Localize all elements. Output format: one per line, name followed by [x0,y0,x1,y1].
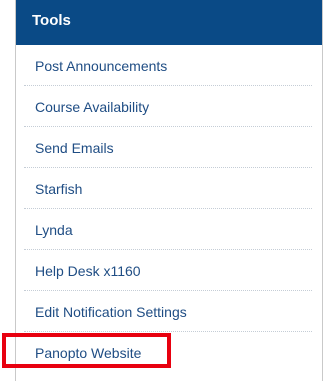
post-announcements-link[interactable]: Post Announcements [35,57,167,75]
edit-notification-settings-link[interactable]: Edit Notification Settings [35,303,187,321]
panopto-website-link[interactable]: Panopto Website [35,344,141,362]
lynda-link[interactable]: Lynda [35,221,73,239]
tools-panel-header: Tools [16,0,322,45]
send-emails-link[interactable]: Send Emails [35,139,114,157]
list-item-panopto-website: Panopto Website [24,332,312,373]
list-item-starfish: Starfish [24,168,312,209]
list-item-post-announcements: Post Announcements [24,45,312,86]
tools-panel: Tools Post Announcements Course Availabi… [15,0,323,381]
list-item-course-availability: Course Availability [24,86,312,127]
list-item-send-emails: Send Emails [24,127,312,168]
tools-list: Post Announcements Course Availability S… [16,45,322,373]
list-item-edit-notification-settings: Edit Notification Settings [24,291,312,332]
starfish-link[interactable]: Starfish [35,180,82,198]
help-desk-link[interactable]: Help Desk x1160 [35,262,141,280]
list-item-lynda: Lynda [24,209,312,250]
tools-panel-title: Tools [32,12,71,29]
list-item-help-desk: Help Desk x1160 [24,250,312,291]
course-availability-link[interactable]: Course Availability [35,98,149,116]
